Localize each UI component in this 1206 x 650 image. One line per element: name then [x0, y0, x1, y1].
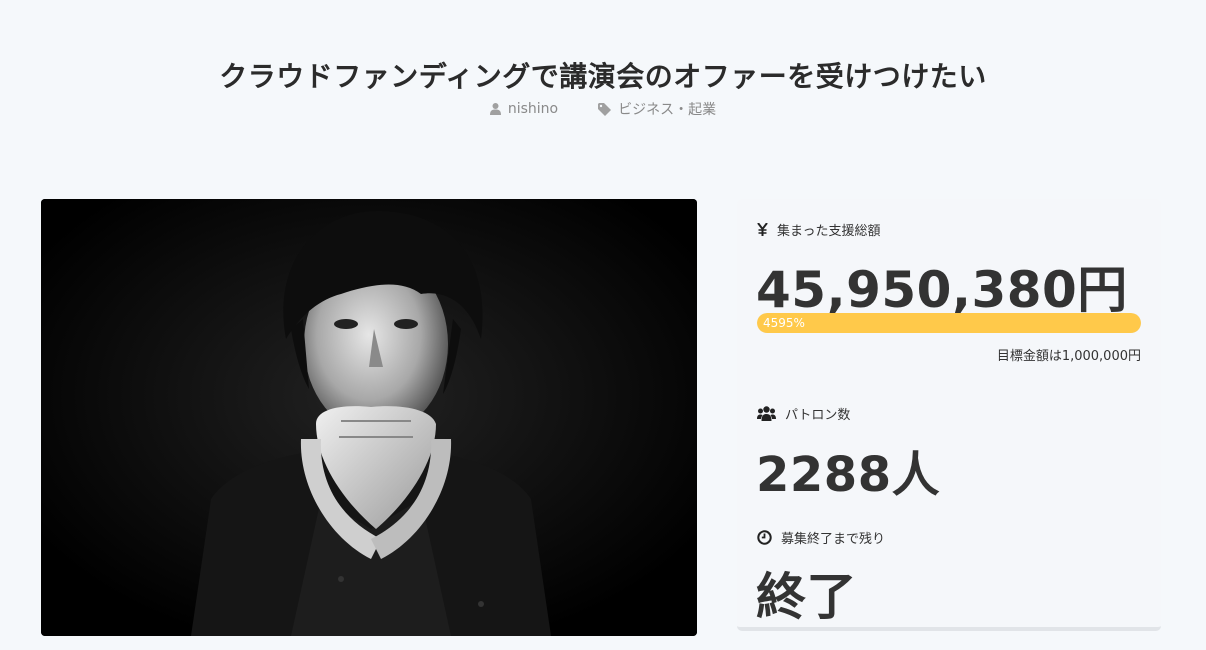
funding-stats-panel: 集まった支援総額 45,950,380円 4595% 目標金額は1,000,00… [737, 199, 1161, 631]
patrons-count: 2288人 [756, 447, 941, 503]
author-link[interactable]: nishino [508, 101, 558, 117]
total-funding-amount: 45,950,380円 [756, 261, 1128, 319]
category-meta[interactable]: ビジネス・起業 [598, 99, 716, 119]
progress-fill [757, 313, 1141, 333]
remaining-value: 終了 [756, 568, 857, 626]
remaining-label-row: 募集終了まで残り [757, 528, 885, 547]
page-title: クラウドファンディングで講演会のオファーを受けつけたい [219, 59, 987, 93]
patrons-label: パトロン数 [785, 408, 851, 423]
goal-amount: 目標金額は1,000,000円 [996, 349, 1141, 364]
total-funding-label: 集まった支援総額 [777, 224, 881, 239]
project-meta: nishino ビジネス・起業 [0, 99, 1206, 119]
author-meta[interactable]: nishino [489, 99, 558, 119]
clock-icon [757, 530, 772, 545]
remaining-label: 募集終了まで残り [781, 532, 886, 547]
total-funding-label-row: 集まった支援総額 [757, 220, 880, 239]
patrons-label-row: パトロン数 [757, 404, 850, 423]
progress-percent: 4595% [763, 316, 805, 330]
user-icon [489, 103, 501, 115]
funding-progress-bar: 4595% [757, 313, 1141, 333]
portrait-photo [41, 199, 697, 636]
yen-icon [757, 223, 768, 236]
category-link[interactable]: ビジネス・起業 [618, 99, 716, 119]
users-icon [757, 406, 776, 421]
tag-icon [598, 102, 612, 116]
project-image [41, 199, 697, 636]
